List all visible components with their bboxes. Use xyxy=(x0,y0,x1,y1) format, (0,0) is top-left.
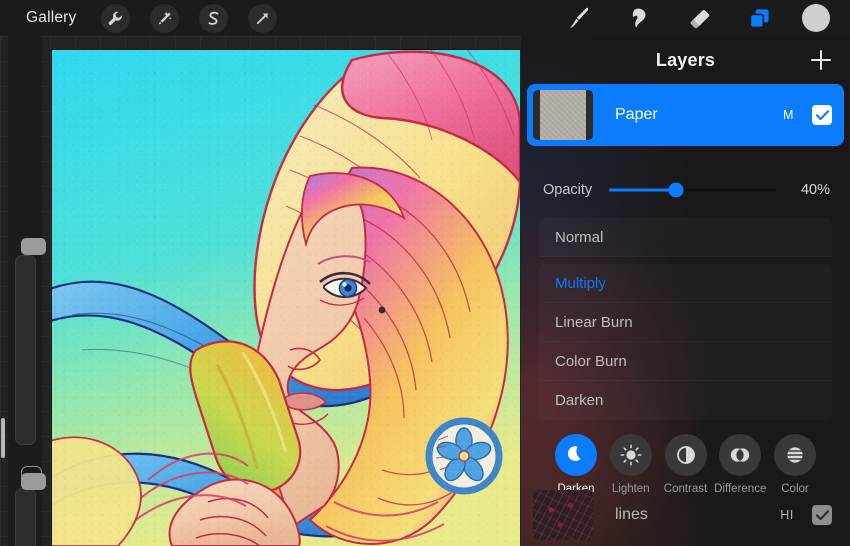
layer-opacity-row: Opacity 40% xyxy=(521,168,850,212)
brush-size-handle[interactable] xyxy=(21,238,46,255)
blend-mode-linear-burn[interactable]: Linear Burn xyxy=(539,303,832,342)
actions-button[interactable] xyxy=(100,3,130,33)
opacity-track-fill xyxy=(609,188,676,192)
contrast-icon xyxy=(664,434,707,476)
adjustments-wand-icon xyxy=(158,11,171,24)
difference-icon xyxy=(719,434,762,476)
brush-size-slider[interactable] xyxy=(15,238,46,445)
paint-brush-icon xyxy=(569,7,588,28)
adjustments-button[interactable] xyxy=(149,3,179,33)
layer-name: lines xyxy=(615,506,648,523)
actions-wrench-icon xyxy=(108,11,122,25)
smudge-icon xyxy=(632,8,645,28)
layer-row-paper[interactable]: Paper M xyxy=(527,84,844,146)
layer-visibility-checkbox[interactable] xyxy=(812,505,832,525)
opacity-value: 40% xyxy=(800,182,830,198)
layer-row-lines[interactable]: lines HI xyxy=(527,484,844,546)
brush-opacity-handle[interactable] xyxy=(21,473,46,490)
blend-mode-color-burn[interactable]: Color Burn xyxy=(539,342,832,381)
moon-icon xyxy=(555,434,597,476)
procreate-app: Layers Paper M Opacity 40% Normal Multip… xyxy=(0,0,850,546)
layer-opacity-slider[interactable] xyxy=(609,180,776,200)
paint-button[interactable] xyxy=(562,3,596,33)
add-layer-button[interactable] xyxy=(808,47,834,73)
color-swatch[interactable] xyxy=(802,4,830,32)
brush-opacity-slider[interactable] xyxy=(15,473,46,546)
layer-blend-mode-badge[interactable]: HI xyxy=(780,508,794,522)
blend-mode-multiply[interactable]: Multiply xyxy=(539,264,832,303)
selection-button[interactable] xyxy=(198,3,228,33)
edge-gesture-indicator[interactable] xyxy=(1,418,5,458)
artwork-illustration xyxy=(52,50,520,546)
selection-icon xyxy=(208,11,218,25)
layers-panel-header: Layers xyxy=(521,36,850,84)
layer-name: Paper xyxy=(615,106,658,123)
blend-mode-normal[interactable]: Normal xyxy=(539,218,832,257)
erase-button[interactable] xyxy=(682,3,716,33)
opacity-slider-handle[interactable] xyxy=(668,182,684,198)
check-icon xyxy=(815,509,829,520)
blend-mode-darken[interactable]: Darken xyxy=(539,381,832,420)
layer-visibility-checkbox[interactable] xyxy=(812,105,832,125)
check-icon xyxy=(815,109,829,120)
blend-mode-list: Normal Multiply Linear Burn Color Burn D… xyxy=(521,218,850,420)
top-toolbar-left: Gallery xyxy=(0,3,277,33)
left-sidebar xyxy=(8,36,46,546)
transform-arrow-icon xyxy=(256,12,268,24)
eraser-icon xyxy=(690,9,709,28)
opacity-label: Opacity xyxy=(543,182,593,198)
layer-list-bottom: lines HI xyxy=(521,484,850,546)
sun-icon xyxy=(609,434,652,476)
gallery-button[interactable]: Gallery xyxy=(22,7,81,29)
panel-title: Layers xyxy=(655,49,716,70)
layers-panel: Layers Paper M Opacity 40% Normal Multip… xyxy=(520,36,850,546)
plus-icon xyxy=(811,50,831,70)
artwork-canvas[interactable] xyxy=(52,50,520,546)
color-stripes-icon xyxy=(774,434,816,476)
layers-icon xyxy=(749,8,769,28)
layer-blend-mode-badge[interactable]: M xyxy=(783,108,794,122)
smudge-button[interactable] xyxy=(622,3,656,33)
top-toolbar-right xyxy=(562,3,850,33)
transform-button[interactable] xyxy=(247,3,277,33)
layer-thumbnail-paper xyxy=(533,90,593,140)
layers-button[interactable] xyxy=(742,3,776,33)
layer-thumbnail-lines xyxy=(533,490,593,540)
top-toolbar: Gallery xyxy=(0,0,850,36)
